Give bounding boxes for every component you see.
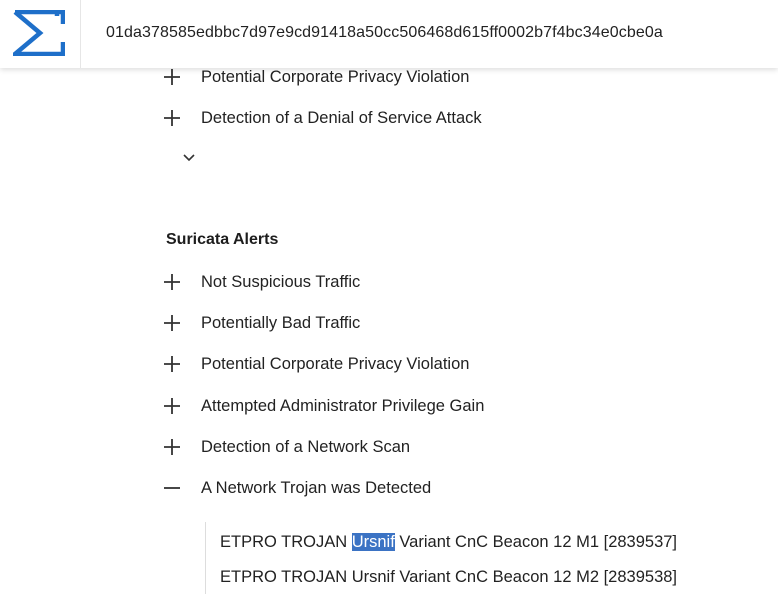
rule-item-label: Detection of a Denial of Service Attack xyxy=(201,108,482,127)
sigma-icon xyxy=(13,10,65,56)
rule-item-label: Potential Corporate Privacy Violation xyxy=(201,67,470,86)
alert-details: ETPRO TROJAN Ursnif Variant CnC Beacon 1… xyxy=(205,522,746,594)
plus-icon xyxy=(160,105,186,131)
alert-category-label: Not Suspicious Traffic xyxy=(201,272,361,291)
minus-icon xyxy=(160,475,186,501)
plus-icon xyxy=(160,269,186,295)
alert-category[interactable]: Potential Corporate Privacy Violation xyxy=(160,351,469,377)
alert-category-label: Potentially Bad Traffic xyxy=(201,313,361,332)
logo[interactable] xyxy=(0,0,81,68)
plus-icon xyxy=(160,351,186,377)
alert-category-label: A Network Trojan was Detected xyxy=(201,478,432,497)
alert-category[interactable]: Potentially Bad Traffic xyxy=(160,310,360,336)
header-bar: 01da378585edbbc7d97e9cd91418a50cc506468d… xyxy=(0,0,778,68)
alert-category[interactable]: Attempted Administrator Privilege Gain xyxy=(160,393,484,419)
chevron-down-icon[interactable] xyxy=(181,152,197,164)
alert-category[interactable]: Detection of a Network Scan xyxy=(160,434,410,460)
text-selection-highlight: Ursnif xyxy=(351,533,395,551)
alert-signature: ETPRO TROJAN Ursnif Variant CnC Beacon 1… xyxy=(220,568,678,586)
plus-icon xyxy=(160,393,186,419)
signature-suffix: Variant CnC Beacon 12 M1 [2839537] xyxy=(394,533,678,551)
file-hash: 01da378585edbbc7d97e9cd91418a50cc506468d… xyxy=(106,24,663,41)
alert-signature: ETPRO TROJAN Ursnif Variant CnC Beacon 1… xyxy=(220,533,677,552)
alert-category-label: Potential Corporate Privacy Violation xyxy=(201,354,470,373)
signature-prefix: ETPRO TROJAN xyxy=(220,533,352,551)
alert-category-label: Detection of a Network Scan xyxy=(201,437,411,456)
alert-category[interactable]: Not Suspicious Traffic xyxy=(160,269,360,295)
alert-category-label: Attempted Administrator Privilege Gain xyxy=(201,396,485,415)
rule-item[interactable]: Detection of a Denial of Service Attack xyxy=(160,105,482,131)
plus-icon xyxy=(160,434,186,460)
plus-icon xyxy=(160,310,186,336)
alert-category-expanded[interactable]: A Network Trojan was Detected xyxy=(160,475,431,501)
suricata-alerts-title: Suricata Alerts xyxy=(166,231,279,248)
